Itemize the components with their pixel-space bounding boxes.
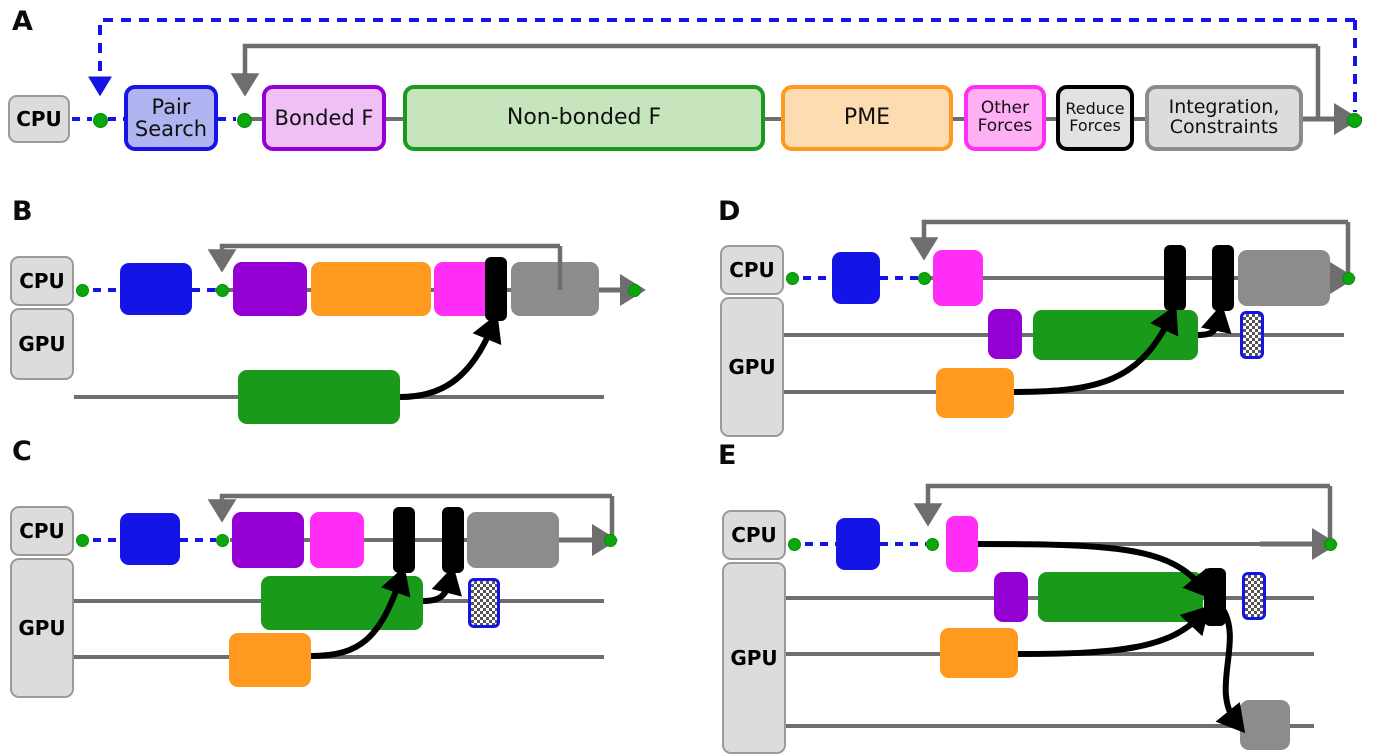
sync-bar-d-1: [1164, 245, 1186, 311]
sync-point-a-start: [93, 113, 108, 128]
task-b-bonded[interactable]: [233, 262, 307, 316]
panel-a-cpu-label: CPU: [8, 95, 70, 143]
panel-c: C CPU GPU: [0, 428, 690, 756]
sync-bar-c-1: [393, 507, 415, 573]
sync-bar-e-1: [1204, 568, 1226, 626]
sync-bar-d-2: [1212, 245, 1234, 311]
task-d-pme-transfer[interactable]: [1240, 311, 1264, 359]
panel-e-gpu-track-1: [786, 652, 1314, 656]
task-b-integration[interactable]: [511, 262, 599, 316]
sync-bar-b-1: [485, 257, 507, 321]
task-a-integration[interactable]: Integration, Constraints: [1145, 85, 1303, 151]
panel-d-gpu-label: GPU: [720, 297, 784, 437]
task-a-integration-label: Integration, Constraints: [1168, 96, 1280, 138]
panel-c-gpu-label: GPU: [10, 558, 74, 698]
panel-b-cpu-label: CPU: [10, 256, 74, 306]
sync-point-b-mid: [216, 284, 229, 297]
panel-c-cpu-label: CPU: [10, 506, 74, 556]
task-e-bonded[interactable]: [994, 572, 1028, 622]
task-a-reduce-forces-label: Reduce Forces: [1065, 99, 1125, 135]
panel-e-cpu-label: CPU: [722, 510, 786, 560]
conn-a-3: [763, 117, 783, 121]
panel-a-letter: A: [12, 6, 33, 37]
sync-point-b-start: [76, 284, 89, 297]
task-c-nonbonded[interactable]: [261, 576, 423, 630]
sync-point-e-mid: [926, 538, 939, 551]
panel-b: B CPU GPU: [0, 190, 690, 424]
panel-d: D CPU GPU: [700, 190, 1380, 437]
panel-d-cpu-label: CPU: [720, 245, 784, 295]
task-b-pme[interactable]: [311, 262, 431, 316]
task-d-nonbonded[interactable]: [1033, 310, 1198, 360]
task-a-nonbonded-label: Non-bonded F: [506, 105, 662, 131]
task-b-pair-search[interactable]: [120, 263, 192, 315]
sync-point-d-end: [1342, 272, 1355, 285]
task-c-pme[interactable]: [229, 633, 311, 687]
task-c-integration[interactable]: [467, 512, 559, 568]
sync-point-b-end: [628, 284, 641, 297]
task-a-pme-label: PME: [843, 105, 891, 131]
sync-point-c-end: [604, 534, 617, 547]
sync-point-a-mid: [237, 113, 252, 128]
task-c-bonded[interactable]: [232, 512, 304, 568]
task-a-pme[interactable]: PME: [781, 85, 953, 151]
sync-point-c-start: [76, 534, 89, 547]
sync-bar-c-2: [442, 507, 464, 573]
task-a-nonbonded[interactable]: Non-bonded F: [403, 85, 765, 151]
panel-d-letter: D: [718, 196, 741, 227]
task-c-pme-transfer[interactable]: [468, 578, 500, 628]
sync-point-e-start: [788, 538, 801, 551]
task-b-nonbonded[interactable]: [238, 370, 400, 424]
task-d-pme[interactable]: [936, 368, 1014, 418]
task-e-other-forces[interactable]: [946, 516, 978, 572]
sync-point-a-end: [1347, 113, 1362, 128]
task-d-bonded[interactable]: [988, 309, 1022, 359]
task-e-pair-search[interactable]: [836, 518, 880, 570]
task-e-integration[interactable]: [1240, 700, 1290, 750]
panel-e-gpu-label: GPU: [722, 562, 786, 754]
panel-c-letter: C: [12, 436, 32, 467]
panel-d-gpu-track-1: [784, 390, 1344, 394]
task-e-pme[interactable]: [940, 628, 1018, 678]
panel-a: A CPU Pair Search Bonded F Non-bonded F …: [0, 0, 1380, 180]
task-a-bonded-label: Bonded F: [274, 105, 374, 130]
task-d-pair-search[interactable]: [832, 252, 880, 304]
panel-c-gpu-track-1: [74, 655, 604, 659]
task-a-reduce-forces[interactable]: Reduce Forces: [1056, 85, 1134, 151]
task-c-other-forces[interactable]: [310, 512, 364, 568]
task-a-other-forces[interactable]: Other Forces: [964, 85, 1046, 151]
panel-e-gpu-track-2: [786, 724, 1314, 728]
panel-e-cpu-track: [970, 542, 1306, 546]
task-e-pme-transfer[interactable]: [1242, 572, 1266, 620]
task-c-pair-search[interactable]: [120, 513, 180, 565]
panel-b-gpu-label: GPU: [10, 308, 74, 380]
conn-a-2: [383, 117, 405, 121]
task-d-integration[interactable]: [1238, 250, 1330, 306]
panel-e: E CPU GPU: [700, 428, 1380, 756]
sync-point-d-start: [786, 272, 799, 285]
task-d-other-forces[interactable]: [933, 250, 983, 306]
sync-point-c-mid: [216, 534, 229, 547]
task-a-pair-search-label: Pair Search: [134, 94, 208, 141]
task-a-pair-search[interactable]: Pair Search: [124, 85, 218, 151]
panel-b-letter: B: [12, 196, 33, 227]
task-a-bonded[interactable]: Bonded F: [262, 85, 386, 151]
task-e-nonbonded[interactable]: [1038, 572, 1203, 622]
sync-point-e-end: [1324, 538, 1337, 551]
task-a-other-forces-label: Other Forces: [977, 98, 1033, 136]
panel-e-letter: E: [718, 440, 737, 471]
sync-point-d-mid: [918, 272, 931, 285]
